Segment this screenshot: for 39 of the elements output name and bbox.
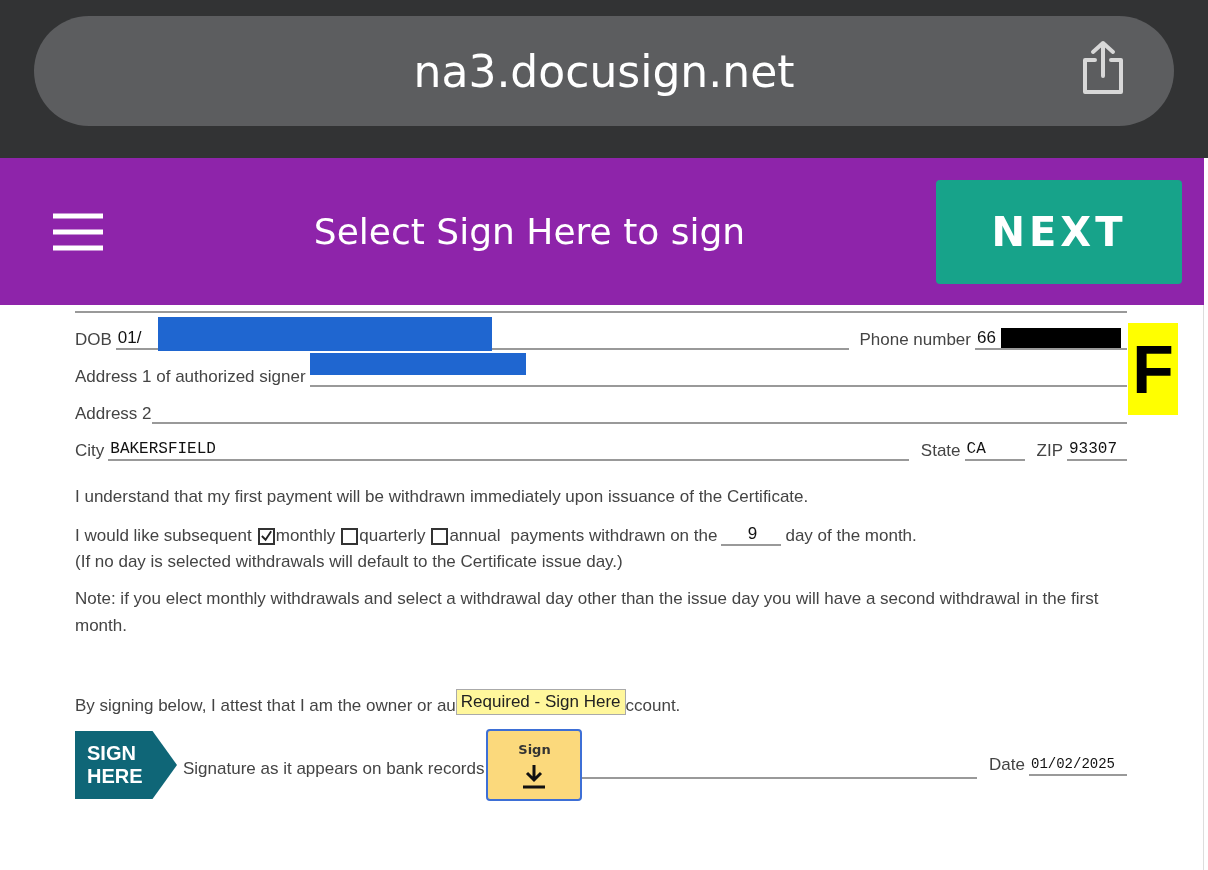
phone-field[interactable]: 66	[975, 328, 1127, 350]
attestation-text: ccount.	[625, 696, 681, 716]
frequency-option[interactable]: quarterly	[341, 526, 426, 546]
date-field[interactable]: 01/02/2025	[1029, 754, 1127, 776]
attestation-text: By signing below, I attest that I am the owner or au	[75, 696, 456, 716]
checkbox[interactable]	[257, 527, 275, 545]
field-label: State	[920, 441, 961, 461]
default-note: (If no day is selected withdrawals will default to the Certificate issue day.)	[75, 551, 624, 573]
address-bar[interactable]: na3.docusign.net	[34, 16, 1174, 126]
frequency-option[interactable]: annual	[431, 526, 501, 546]
withdrawal-note: Note: if you elect monthly withdrawals and select a withdrawal day other than the issue day you will have a second withdrawal in the first month.	[75, 588, 1100, 637]
city-field[interactable]: BAKERSFIELD	[108, 439, 909, 461]
payment-statement: I understand that my first payment will be withdrawn immediately upon issuance of the Certificate.	[75, 486, 810, 508]
checkbox[interactable]	[431, 527, 449, 545]
url-text: na3.docusign.net	[413, 45, 795, 97]
signature-label: Signature as it appears on bank records	[183, 759, 485, 779]
frequency-text: I would like subsequent	[75, 526, 252, 546]
dob-field[interactable]: 01/	[115, 328, 142, 350]
zip-field[interactable]: 93307	[1067, 439, 1127, 461]
menu-icon[interactable]	[53, 211, 103, 252]
day-field[interactable]: 9	[721, 524, 782, 546]
sign-button[interactable]: Sign	[486, 729, 583, 801]
frequency-option[interactable]: monthly	[257, 526, 336, 546]
field-label: Phone number	[859, 330, 971, 350]
checkbox[interactable]	[341, 527, 359, 545]
state-field[interactable]: CA	[964, 439, 1025, 461]
frequency-text: payments withdrawn on the	[510, 526, 718, 546]
frequency-text: day of the month.	[785, 526, 917, 546]
field-label: City	[75, 441, 105, 461]
field-label: ZIP	[1036, 441, 1063, 461]
sign-here-tag: SIGN HERE	[75, 731, 177, 799]
field-label: Date	[989, 755, 1025, 775]
field-label: Address 2	[75, 404, 152, 424]
header-title: Select Sign Here to sign	[312, 211, 747, 252]
field-label: Address 1 of authorized signer	[75, 367, 306, 387]
download-icon	[521, 762, 548, 789]
required-tooltip: Required - Sign Here	[455, 689, 626, 715]
letter-badge: F	[1128, 323, 1178, 415]
field-label: DOB	[75, 330, 112, 350]
